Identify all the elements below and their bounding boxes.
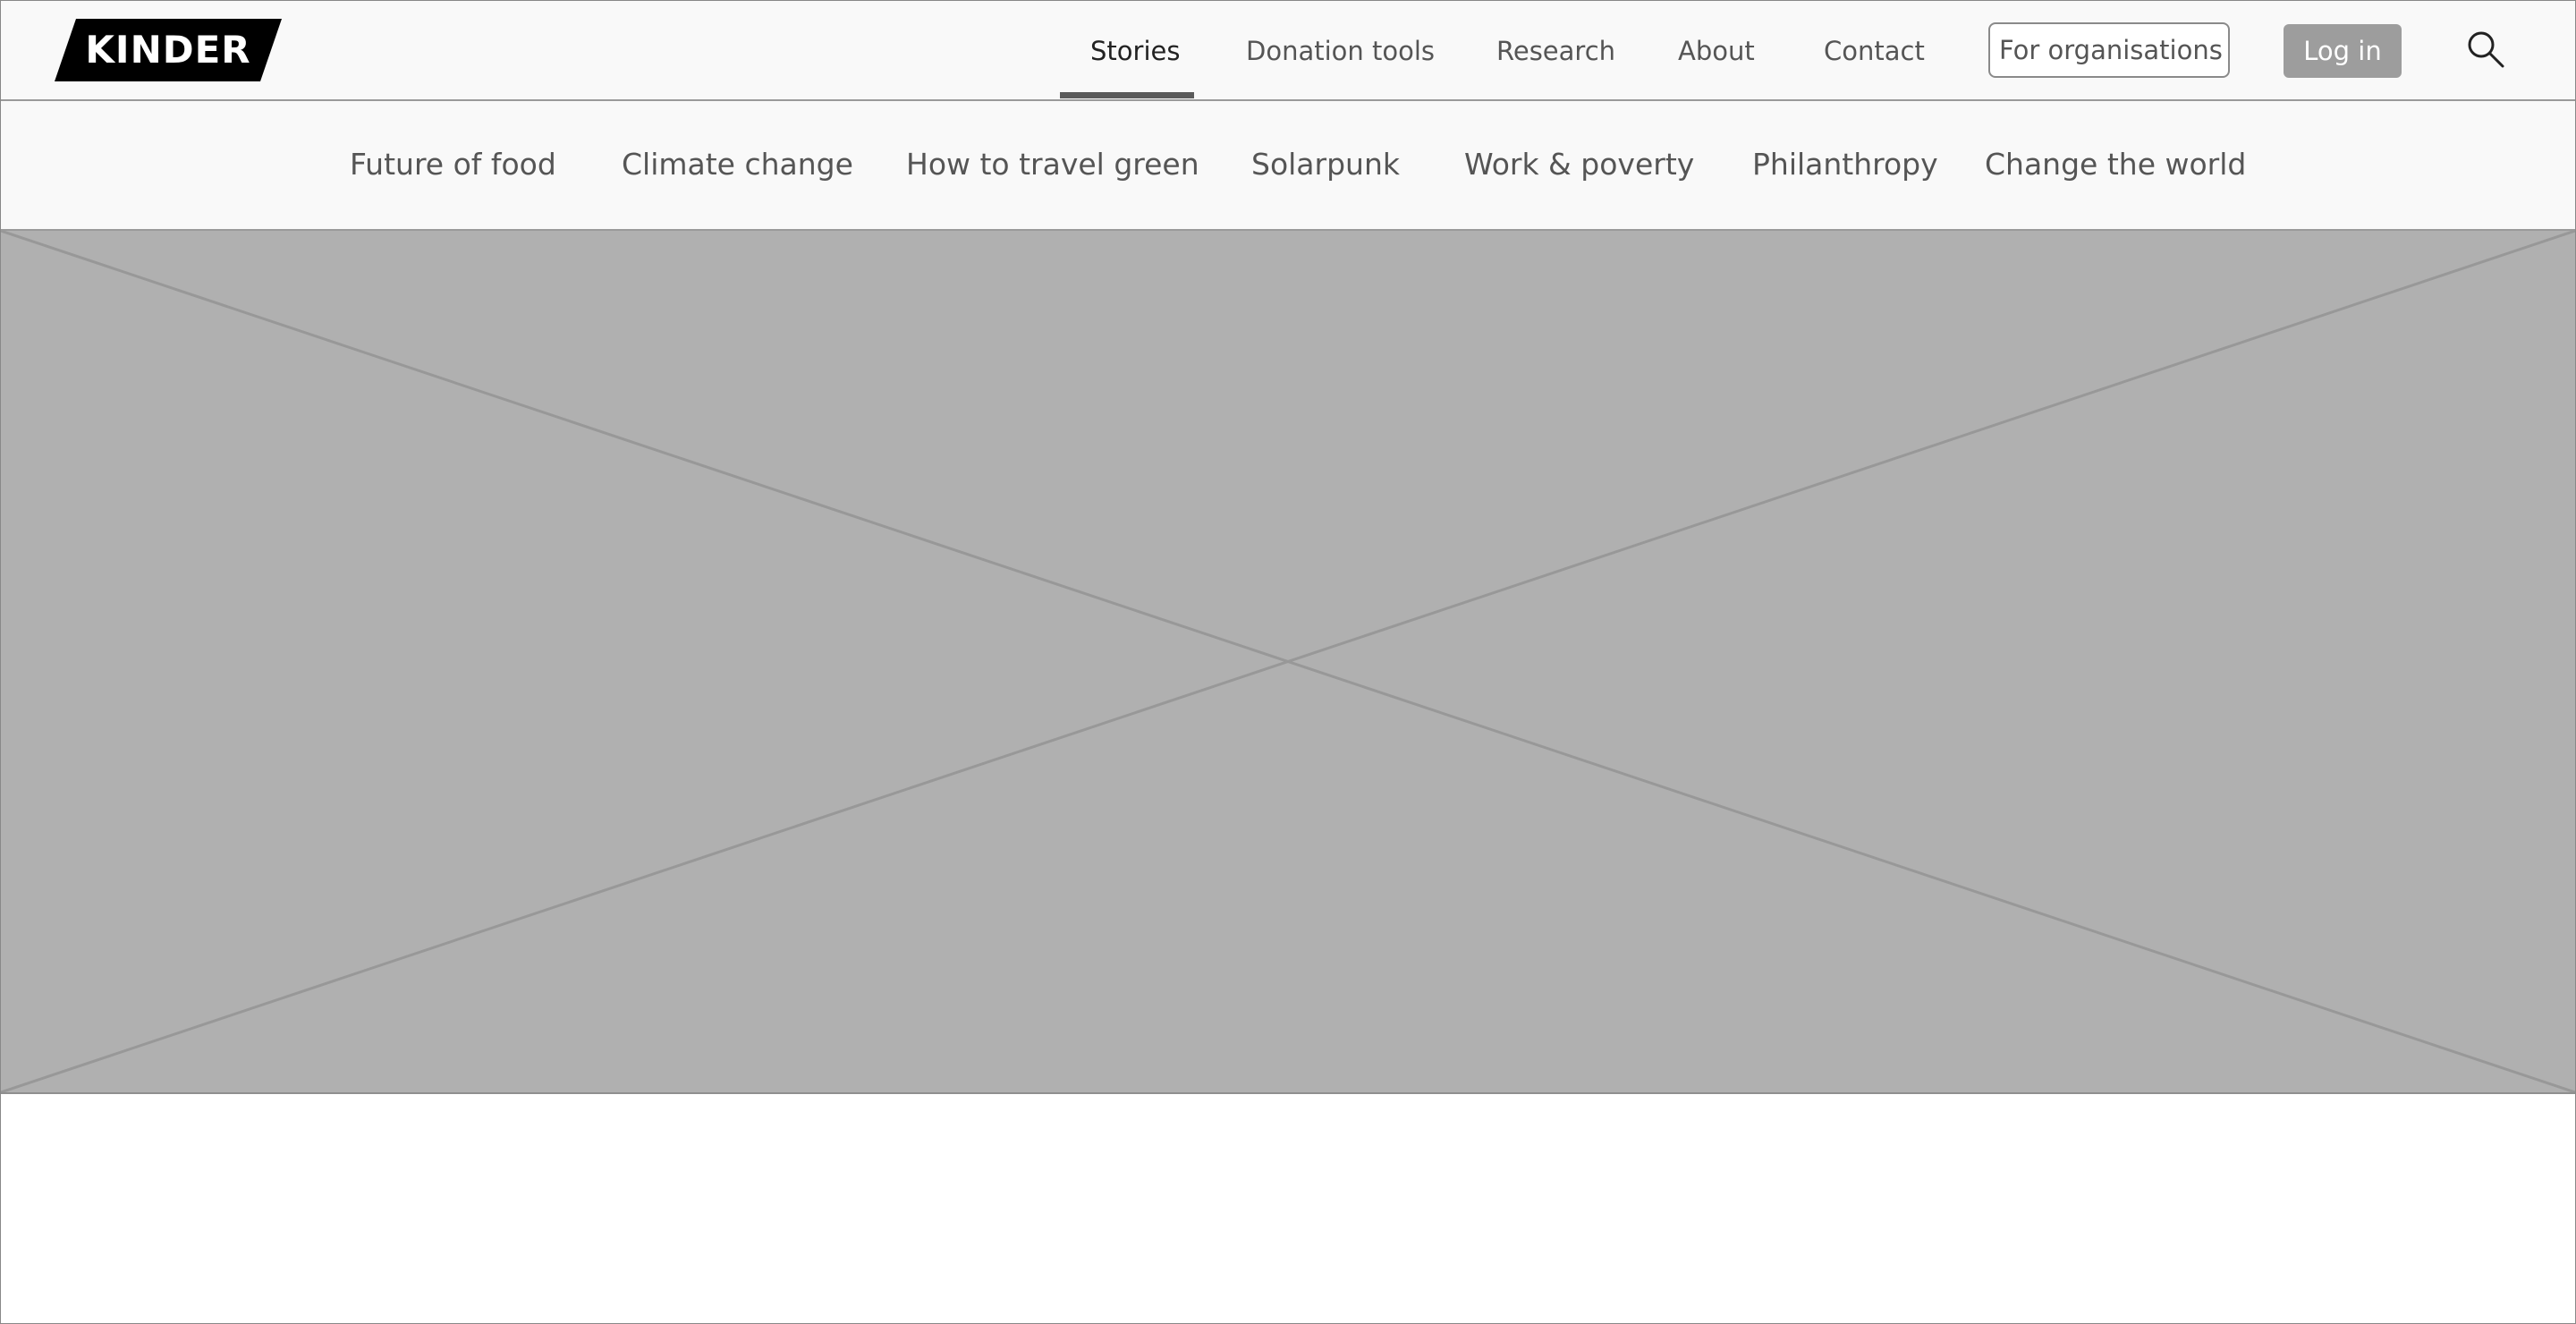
nav-contact[interactable]: Contact	[1824, 33, 1925, 69]
logo-text: KINDER	[85, 28, 251, 72]
nav-stories[interactable]: Stories	[1090, 33, 1180, 69]
kinder-logo[interactable]: KINDER	[55, 19, 282, 81]
nav-research[interactable]: Research	[1496, 33, 1615, 69]
login-button[interactable]: Log in	[2284, 24, 2402, 78]
category-bar: Future of food Climate change How to tra…	[1, 101, 2575, 231]
nav-about[interactable]: About	[1678, 33, 1755, 69]
search-icon[interactable]	[2466, 30, 2505, 69]
category-philanthropy[interactable]: Philanthropy	[1752, 144, 1938, 185]
nav-donation-tools[interactable]: Donation tools	[1246, 33, 1435, 69]
category-change-the-world[interactable]: Change the world	[1985, 144, 2246, 185]
hero-image-placeholder	[1, 231, 2575, 1094]
top-header: KINDER Stories Donation tools Research A…	[1, 1, 2575, 101]
category-climate-change[interactable]: Climate change	[622, 144, 853, 185]
category-future-of-food[interactable]: Future of food	[350, 144, 556, 185]
active-nav-indicator	[1060, 92, 1194, 98]
category-work-poverty[interactable]: Work & poverty	[1464, 144, 1694, 185]
page-frame: KINDER Stories Donation tools Research A…	[0, 0, 2576, 1324]
placeholder-cross	[1, 231, 2575, 1092]
for-organisations-button[interactable]: For organisations	[1988, 22, 2230, 78]
category-how-to-travel-green[interactable]: How to travel green	[906, 144, 1199, 185]
category-solarpunk[interactable]: Solarpunk	[1251, 144, 1400, 185]
